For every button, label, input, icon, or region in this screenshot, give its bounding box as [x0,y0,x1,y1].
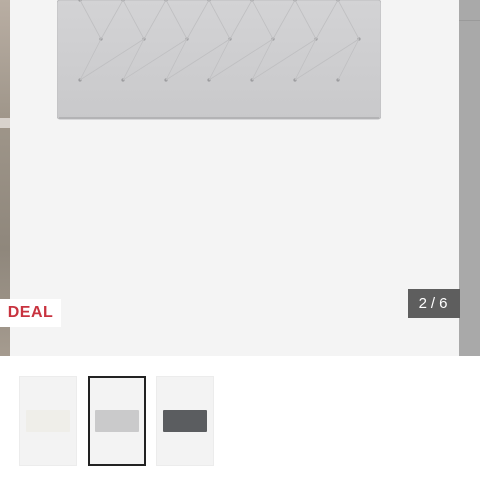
thumbnail-headboard-image [26,410,70,432]
thumbnail-light-gray[interactable] [88,376,146,466]
slide-counter-separator: / [430,295,438,312]
thumbnail-cream[interactable] [19,376,77,466]
slide-counter: 2 / 6 [408,289,460,318]
deal-badge: DEAL [0,299,61,327]
thumbnail-headboard-image [95,410,139,432]
tufted-headboard-illustration [57,0,381,120]
thumbnail-dark-gray[interactable] [156,376,214,466]
product-image-carousel[interactable]: DEAL 2 / 6 [0,0,480,356]
product-image-slide[interactable] [10,0,459,356]
thumbnail-headboard-image [163,410,207,432]
slide-counter-total: 6 [439,295,450,312]
next-slide-peek[interactable] [459,0,480,356]
headboard-product-image [57,0,381,121]
slide-counter-current: 2 [418,295,429,312]
